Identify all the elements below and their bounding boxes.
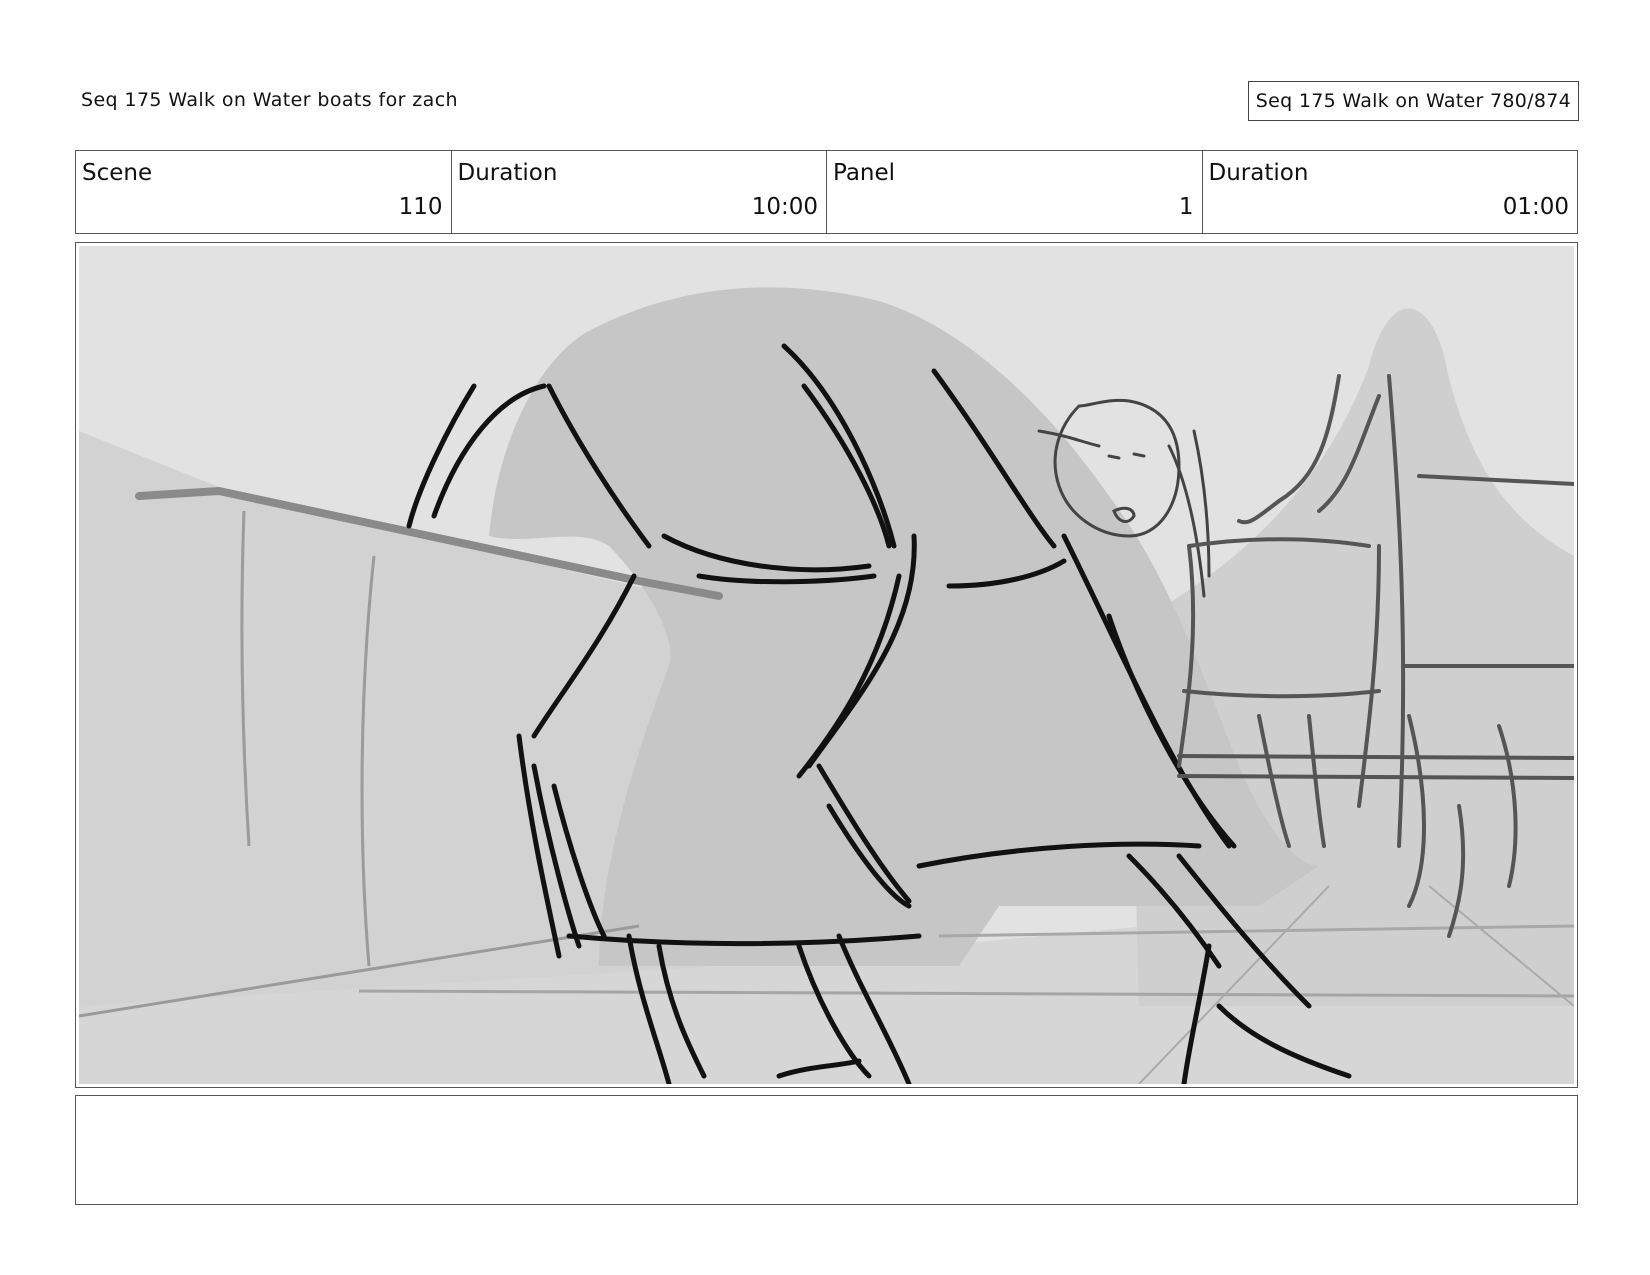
info-cell-scene-duration: Duration 10:00	[452, 151, 827, 233]
storyboard-sketch-image	[79, 246, 1574, 1084]
panel-duration-label: Duration	[1208, 160, 1309, 186]
panel-notes-box	[75, 1095, 1578, 1205]
info-cell-panel-duration: Duration 01:00	[1203, 151, 1578, 233]
panel-label: Panel	[833, 160, 896, 186]
info-cell-panel: Panel 1	[827, 151, 1203, 233]
panel-duration-value: 01:00	[1502, 194, 1569, 220]
page-counter-badge: Seq 175 Walk on Water 780/874	[1247, 81, 1579, 121]
panel-info-table: Scene 110 Duration 10:00 Panel 1 Duratio…	[75, 150, 1578, 234]
document-title: Seq 175 Walk on Water boats for zach	[81, 89, 458, 111]
scene-duration-value: 10:00	[751, 194, 818, 220]
scene-label: Scene	[82, 160, 153, 186]
panel-value: 1	[1178, 194, 1194, 220]
info-cell-scene: Scene 110	[76, 151, 452, 233]
storyboard-panel-frame	[75, 242, 1578, 1088]
scene-value: 110	[398, 194, 443, 220]
scene-duration-label: Duration	[457, 160, 558, 186]
